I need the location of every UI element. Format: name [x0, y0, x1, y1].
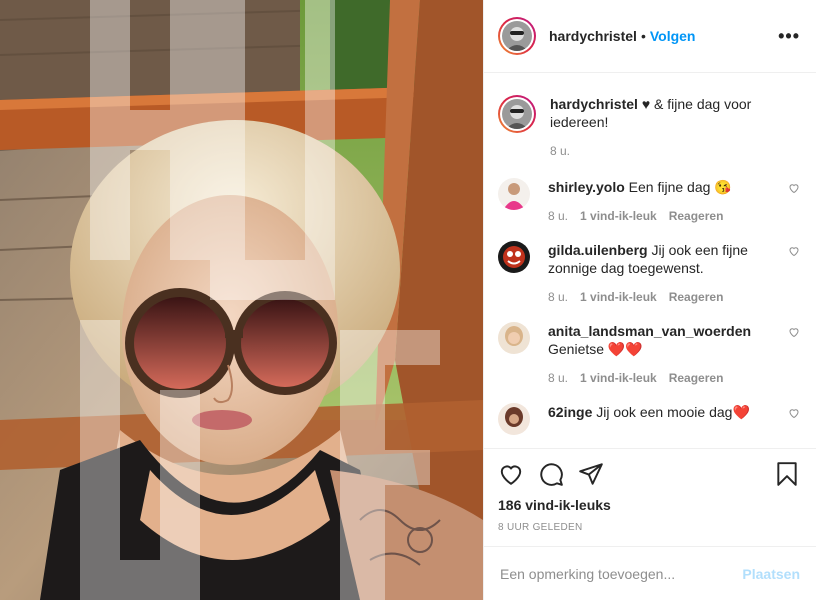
comment-likes[interactable]: 1 vind-ik-leuk	[580, 288, 657, 306]
share-icon[interactable]	[578, 461, 604, 487]
follow-button[interactable]: Volgen	[650, 28, 696, 44]
add-comment-bar: Plaatsen	[484, 546, 816, 600]
selfie-image	[0, 0, 483, 600]
heart-icon[interactable]	[788, 245, 800, 257]
heart-icon[interactable]	[788, 182, 800, 194]
comment-icon[interactable]	[538, 461, 564, 487]
comment-item: anita_landsman_van_woerden Genietse ❤️❤️…	[498, 322, 800, 387]
comment-item: gilda.uilenberg Jij ook een fijne zonnig…	[498, 241, 800, 306]
post-photo[interactable]	[0, 0, 483, 600]
post-header: hardychristel • Volgen •••	[484, 0, 816, 73]
avatar[interactable]	[498, 178, 530, 210]
reply-button[interactable]: Reageren	[669, 288, 724, 306]
comment-username[interactable]: anita_landsman_van_woerden	[548, 323, 751, 339]
comment-username[interactable]: gilda.uilenberg	[548, 242, 648, 258]
heart-icon[interactable]	[788, 407, 800, 419]
avatar[interactable]	[498, 403, 530, 435]
avatar	[502, 21, 532, 51]
avatar[interactable]	[498, 241, 530, 273]
post-actions: 186 vind-ik-leuks 8 UUR GELEDEN	[484, 448, 816, 546]
heart-icon[interactable]	[788, 326, 800, 338]
comment-input[interactable]	[500, 565, 743, 582]
post-caption: hardychristel ♥ & fijne dag voor iederee…	[498, 95, 800, 160]
avatar[interactable]	[498, 322, 530, 354]
comment-likes[interactable]: 1 vind-ik-leuk	[580, 207, 657, 225]
comment-likes[interactable]: 1 vind-ik-leuk	[580, 369, 657, 387]
more-options-icon[interactable]: •••	[778, 27, 800, 45]
caption-time[interactable]: 8 u.	[550, 142, 570, 160]
comment-text: Een fijne dag 😘	[628, 179, 732, 195]
instagram-post: hardychristel • Volgen ••• hardychristel…	[0, 0, 816, 600]
post-sidebar: hardychristel • Volgen ••• hardychristel…	[483, 0, 816, 600]
comment-item: 62inge Jij ook een mooie dag❤️	[498, 403, 800, 435]
post-comment-button[interactable]: Plaatsen	[742, 566, 800, 582]
caption-username[interactable]: hardychristel	[550, 96, 638, 112]
comment-time[interactable]: 8 u.	[548, 288, 568, 306]
comment-time[interactable]: 8 u.	[548, 207, 568, 225]
reply-button[interactable]: Reageren	[669, 369, 724, 387]
header-username[interactable]: hardychristel	[549, 28, 637, 44]
comments-section: hardychristel ♥ & fijne dag voor iederee…	[484, 73, 816, 448]
heart-icon[interactable]	[498, 461, 524, 487]
comment-text: Jij ook een mooie dag❤️	[596, 404, 750, 420]
comment-username[interactable]: 62inge	[548, 404, 592, 420]
bookmark-icon[interactable]	[774, 461, 800, 487]
reply-button[interactable]: Reageren	[669, 207, 724, 225]
separator-dot: •	[640, 28, 646, 44]
story-ring[interactable]	[498, 17, 536, 55]
avatar	[502, 99, 532, 129]
comment-item: shirley.yolo Een fijne dag 😘 8 u. 1 vind…	[498, 178, 800, 225]
post-timestamp[interactable]: 8 UUR GELEDEN	[498, 522, 800, 533]
comment-text: Genietse ❤️❤️	[548, 341, 643, 357]
caption-avatar[interactable]	[498, 95, 536, 133]
comment-time[interactable]: 8 u.	[548, 369, 568, 387]
comment-username[interactable]: shirley.yolo	[548, 179, 625, 195]
likes-count[interactable]: 186 vind-ik-leuks	[498, 497, 800, 513]
